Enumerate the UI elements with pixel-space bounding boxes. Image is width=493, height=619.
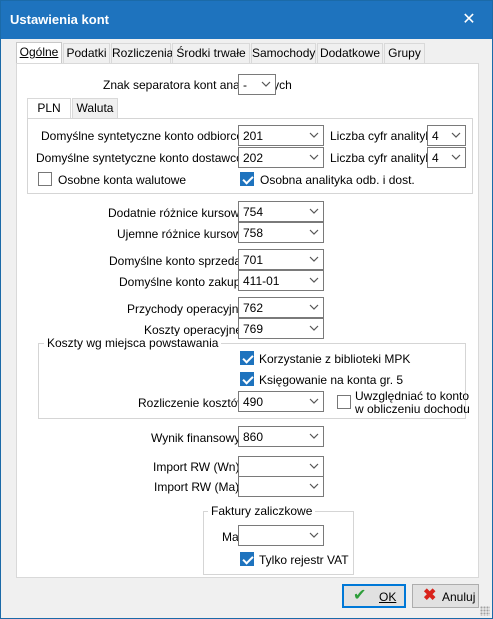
separator-select[interactable]: - [238, 74, 276, 95]
import-wn-label: Import RW (Wn) [153, 460, 240, 474]
tab-dodatkowe[interactable]: Dodatkowe [317, 43, 383, 63]
vat-register-only-label: Tylko rejestr VAT [259, 553, 349, 567]
advance-ma-label: Ma [222, 530, 239, 544]
financial-result-label: Wynik finansowy [151, 431, 241, 445]
operating-income-label: Przychody operacyjne [127, 302, 246, 316]
tab-srodki-trwale[interactable]: Środki trwałe [172, 43, 250, 63]
separate-currency-label: Osobne konta walutowe [58, 173, 187, 187]
operating-costs-select[interactable]: 769 [238, 318, 324, 339]
separate-currency-checkbox[interactable] [38, 172, 52, 186]
vat-register-only-checkbox[interactable] [240, 552, 254, 566]
cross-icon: ✖ [423, 587, 437, 604]
settings-window: Ustawienia kont ✕ Ogólne Podatki Rozlicz… [0, 0, 493, 619]
tab-podatki[interactable]: Podatki [63, 43, 110, 63]
financial-result-select[interactable]: 860 [238, 426, 324, 447]
tab-samochody[interactable]: Samochody [251, 43, 316, 63]
use-mpk-library-label: Korzystanie z biblioteki MPK [259, 352, 411, 366]
chevron-down-icon [309, 463, 319, 469]
digits-label-1: Liczba cyfr analityki [330, 129, 435, 143]
cancel-button[interactable]: ✖ Anuluj [412, 584, 479, 608]
digits-select-2[interactable]: 4 [427, 147, 466, 168]
chevron-down-icon [261, 81, 271, 87]
chevron-down-icon [309, 132, 319, 138]
posting-group5-checkbox[interactable] [240, 372, 254, 386]
cost-settlement-select[interactable]: 490 [238, 391, 324, 412]
import-ma-select[interactable] [238, 476, 324, 497]
purchase-account-select[interactable]: 411-01 [238, 270, 324, 291]
separate-analytics-checkbox[interactable] [240, 172, 254, 186]
chevron-down-icon [309, 277, 319, 283]
chevron-down-icon [309, 256, 319, 262]
purchase-account-label: Domyślne konto zakupu [119, 275, 248, 289]
tab-grupy[interactable]: Grupy [384, 43, 425, 63]
sale-account-label: Domyślne konto sprzedaży [109, 254, 254, 268]
digits-label-2: Liczba cyfr analityki [330, 151, 435, 165]
tab-rozliczenia[interactable]: Rozliczenia [111, 43, 173, 63]
close-icon[interactable]: ✕ [446, 1, 492, 39]
resize-grip[interactable] [480, 606, 490, 616]
cost-settlement-label: Rozliczenie kosztów [138, 396, 247, 410]
posting-group5-label: Księgowanie na konta gr. 5 [259, 373, 404, 387]
chevron-down-icon [451, 132, 461, 138]
tab-panel-ogolne: Znak separatora kont analitycznych - PLN… [16, 63, 479, 578]
chevron-down-icon [451, 154, 461, 160]
exchange-pos-select[interactable]: 754 [238, 201, 324, 222]
chevron-down-icon [309, 229, 319, 235]
chevron-down-icon [309, 532, 319, 538]
separate-analytics-label: Osobna analityka odb. i dost. [260, 173, 415, 187]
suppliers-select[interactable]: 202 [238, 147, 324, 168]
exchange-neg-label: Ujemne różnice kursowe [117, 227, 249, 241]
exchange-pos-label: Dodatnie różnice kursowe [108, 206, 247, 220]
ok-button[interactable]: ✔ OK [342, 584, 406, 608]
subtab-waluta[interactable]: Waluta [72, 98, 118, 118]
digits-select-1[interactable]: 4 [427, 125, 466, 146]
receivables-label: Domyślne syntetyczne konto odbiorców [41, 129, 252, 143]
operating-income-select[interactable]: 762 [238, 297, 324, 318]
import-wn-select[interactable] [238, 456, 324, 477]
chevron-down-icon [309, 304, 319, 310]
checkmark-icon: ✔ [353, 587, 367, 604]
tab-ogolne[interactable]: Ogólne [16, 42, 62, 64]
operating-costs-label: Koszty operacyjne [144, 323, 243, 337]
use-mpk-library-checkbox[interactable] [240, 351, 254, 365]
income-account-label: Uwzględniać to konto w obliczeniu dochodu [355, 389, 470, 416]
subtab-pln[interactable]: PLN [27, 98, 71, 118]
advance-ma-select[interactable] [238, 525, 324, 546]
income-account-checkbox[interactable] [337, 395, 351, 409]
receivables-select[interactable]: 201 [238, 125, 324, 146]
suppliers-label: Domyślne syntetyczne konto dostawców [36, 151, 252, 165]
chevron-down-icon [309, 154, 319, 160]
chevron-down-icon [309, 325, 319, 331]
import-ma-label: Import RW (Ma) [154, 480, 240, 494]
chevron-down-icon [309, 208, 319, 214]
chevron-down-icon [309, 483, 319, 489]
window-title: Ustawienia kont [10, 12, 109, 27]
chevron-down-icon [309, 398, 319, 404]
exchange-neg-select[interactable]: 758 [238, 222, 324, 243]
mpk-group-title: Koszty wg miejsca powstawania [44, 336, 222, 350]
chevron-down-icon [309, 433, 319, 439]
title-bar: Ustawienia kont ✕ [1, 1, 492, 39]
sale-account-select[interactable]: 701 [238, 249, 324, 270]
advance-invoices-title: Faktury zaliczkowe [208, 504, 316, 518]
